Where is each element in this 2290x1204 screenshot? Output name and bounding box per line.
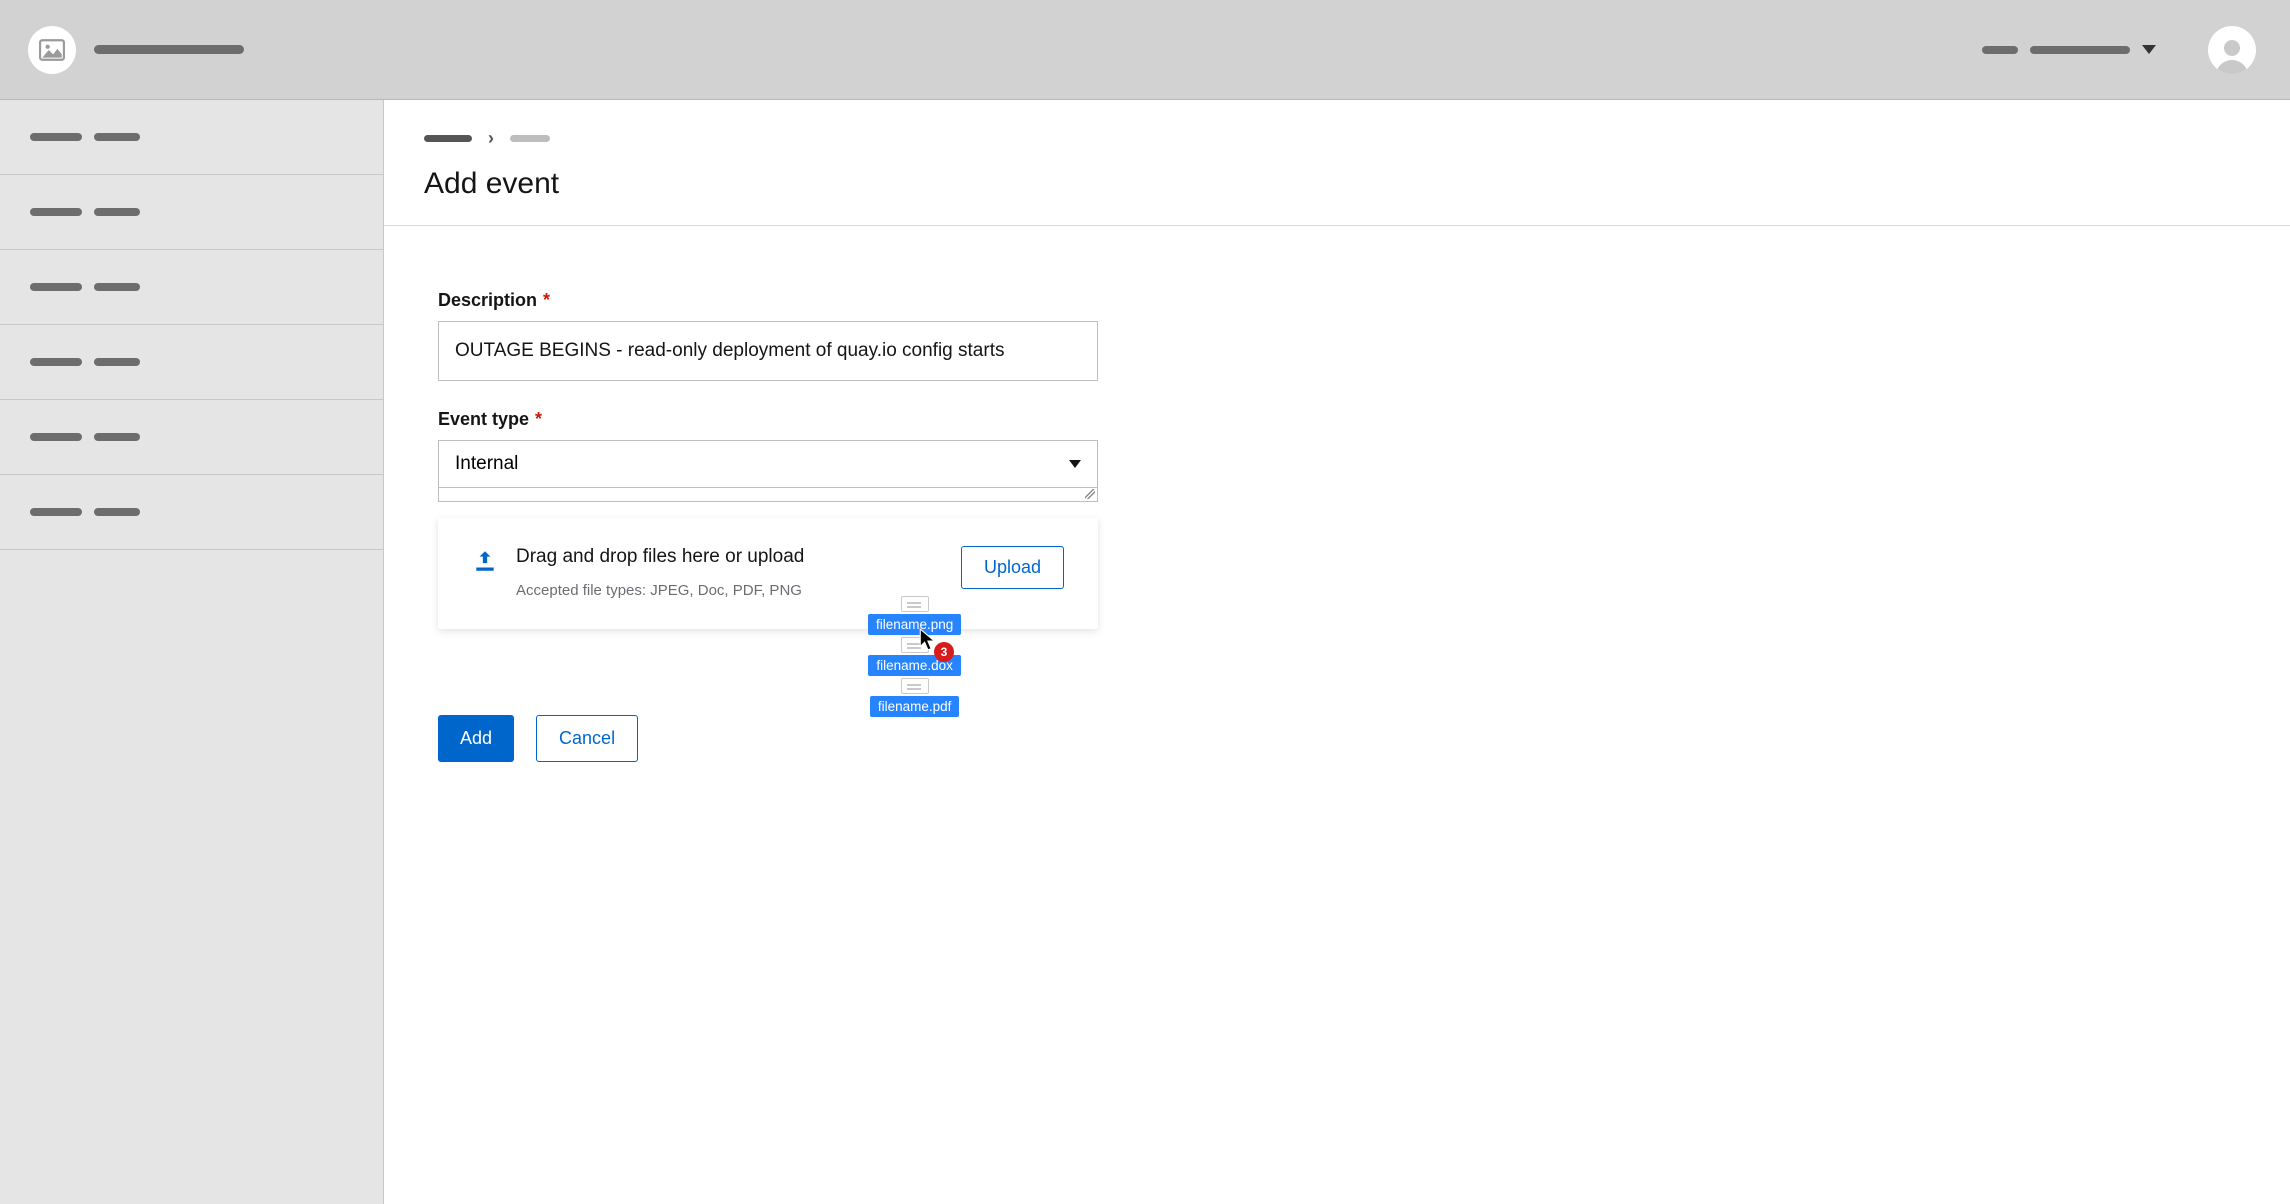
- page-title: Add event: [424, 167, 2290, 201]
- sidebar-placeholder: [94, 133, 140, 141]
- sidebar-item[interactable]: [0, 250, 383, 325]
- select-value: Internal: [455, 453, 518, 475]
- sidebar-placeholder: [94, 433, 140, 441]
- file-thumbnail-icon: [901, 637, 929, 653]
- sidebar: [0, 100, 384, 1204]
- sidebar-item[interactable]: [0, 325, 383, 400]
- chevron-right-icon: ›: [488, 128, 494, 149]
- dragged-files-preview: filename.png filename.dox filename.pdf: [868, 596, 961, 717]
- file-thumbnail-icon: [901, 678, 929, 694]
- dropzone-subtitle: Accepted file types: JPEG, Doc, PDF, PNG: [516, 582, 804, 599]
- caret-down-icon: [1069, 460, 1081, 468]
- person-icon: [2212, 34, 2252, 74]
- app-logo: [28, 26, 76, 74]
- cancel-button[interactable]: Cancel: [536, 715, 638, 762]
- event-type-label: Event type *: [438, 409, 1098, 430]
- sidebar-placeholder: [30, 508, 82, 516]
- sidebar-placeholder: [94, 283, 140, 291]
- context-placeholder-b: [2030, 46, 2130, 54]
- sidebar-item[interactable]: [0, 475, 383, 550]
- drag-count-badge: 3: [934, 642, 954, 662]
- sidebar-placeholder: [30, 358, 82, 366]
- event-type-select[interactable]: Internal: [438, 440, 1098, 488]
- breadcrumb: ›: [424, 128, 2290, 149]
- sidebar-placeholder: [30, 208, 82, 216]
- sidebar-placeholder: [94, 508, 140, 516]
- upload-button[interactable]: Upload: [961, 546, 1064, 589]
- breadcrumb-item-current: [510, 135, 550, 142]
- sidebar-item[interactable]: [0, 400, 383, 475]
- sidebar-placeholder: [30, 133, 82, 141]
- sidebar-placeholder: [30, 283, 82, 291]
- textarea-resize-handle[interactable]: [438, 488, 1098, 502]
- dragged-file-chip: filename.pdf: [870, 696, 960, 717]
- context-placeholder-a: [1982, 46, 2018, 54]
- context-selector[interactable]: [1982, 45, 2156, 54]
- sidebar-placeholder: [30, 433, 82, 441]
- sidebar-item[interactable]: [0, 100, 383, 175]
- description-input[interactable]: [438, 321, 1098, 381]
- dragged-file-chip: filename.png: [868, 614, 961, 635]
- sidebar-placeholder: [94, 358, 140, 366]
- caret-down-icon: [2142, 45, 2156, 54]
- user-avatar[interactable]: [2208, 26, 2256, 74]
- upload-icon: [472, 548, 498, 574]
- main-content: › Add event Description * Event type * I…: [384, 100, 2290, 1204]
- app-header: [0, 0, 2290, 100]
- drag-cursor: 3: [918, 628, 940, 657]
- add-button[interactable]: Add: [438, 715, 514, 762]
- dragged-file-chip: filename.dox: [868, 655, 961, 676]
- brand-placeholder: [94, 45, 244, 54]
- main-header: › Add event: [384, 100, 2290, 226]
- description-label: Description *: [438, 290, 1098, 311]
- breadcrumb-item[interactable]: [424, 135, 472, 142]
- image-icon: [39, 39, 65, 61]
- cursor-icon: [918, 628, 940, 652]
- sidebar-item[interactable]: [0, 175, 383, 250]
- event-form: Description * Event type * Internal: [438, 226, 1098, 762]
- dropzone-title: Drag and drop files here or upload: [516, 546, 804, 568]
- required-marker: *: [543, 290, 550, 311]
- label-text: Description: [438, 290, 537, 311]
- form-actions: Add Cancel: [438, 715, 1098, 762]
- label-text: Event type: [438, 409, 529, 430]
- file-dropzone[interactable]: Drag and drop files here or upload Accep…: [438, 518, 1098, 629]
- sidebar-placeholder: [94, 208, 140, 216]
- required-marker: *: [535, 409, 542, 430]
